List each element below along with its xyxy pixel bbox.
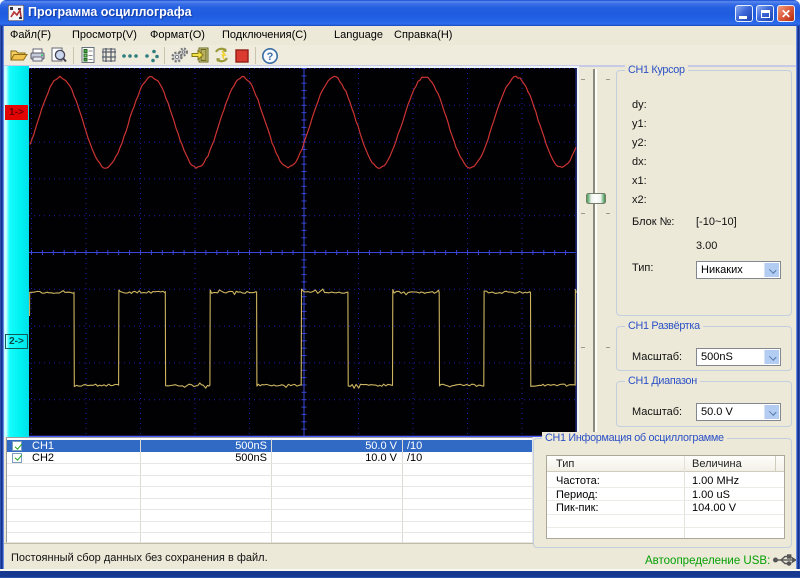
svg-text:?: ? — [267, 51, 274, 63]
